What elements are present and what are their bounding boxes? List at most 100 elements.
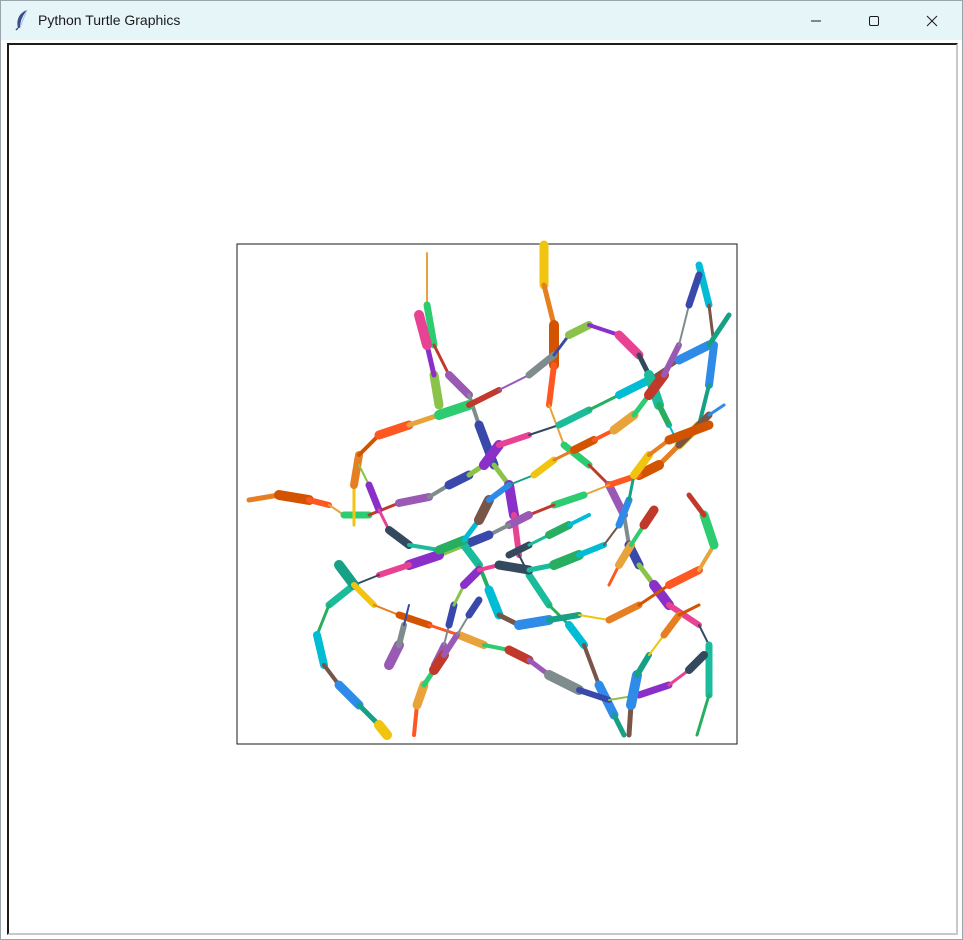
drawing-frame — [236, 243, 738, 745]
turtle-stroke — [695, 261, 713, 309]
turtle-stroke — [549, 550, 584, 570]
turtle-stroke — [496, 432, 532, 448]
turtle-stroke — [404, 550, 444, 570]
turtle-stroke — [460, 566, 483, 589]
turtle-stroke — [665, 566, 703, 589]
turtle-stroke — [609, 410, 639, 435]
turtle-stroke — [565, 321, 593, 339]
turtle-canvas[interactable] — [9, 45, 956, 933]
turtle-stroke — [434, 400, 474, 420]
turtle-stroke — [504, 645, 534, 665]
turtle-stroke — [455, 631, 488, 649]
turtle-stroke — [530, 456, 558, 479]
turtle-stroke — [656, 402, 672, 428]
turtle-stroke — [541, 282, 557, 328]
turtle-stroke — [674, 340, 714, 365]
turtle-stroke — [494, 560, 534, 575]
turtle-stroke — [429, 370, 444, 410]
turtle-stroke — [699, 510, 719, 550]
turtle-stroke — [544, 670, 584, 695]
turtle-stroke — [545, 521, 573, 539]
turtle-stroke — [528, 424, 560, 436]
turtle-stroke — [582, 643, 601, 687]
turtle-stroke — [611, 712, 627, 738]
turtle-stroke — [306, 497, 332, 508]
turtle-stroke — [555, 406, 593, 429]
turtle-stroke — [334, 680, 364, 710]
turtle-stroke — [527, 503, 556, 517]
turtle-stroke — [660, 611, 683, 639]
minimize-button[interactable] — [787, 1, 845, 40]
turtle-stroke — [432, 343, 451, 377]
turtle-stroke — [587, 323, 621, 337]
turtle-window: Python Turtle Graphics — [0, 0, 963, 940]
turtle-stroke — [615, 376, 653, 399]
turtle-stroke — [685, 651, 708, 674]
turtle-stroke — [460, 541, 483, 569]
turtle-stroke — [474, 495, 494, 525]
turtle-stroke — [414, 310, 432, 350]
turtle-stroke — [407, 543, 441, 552]
turtle-stroke — [626, 670, 642, 710]
turtle-stroke — [445, 371, 473, 399]
turtle-stroke — [351, 582, 377, 608]
turtle-stroke — [583, 484, 610, 496]
turtle-stroke — [334, 560, 359, 590]
turtle-stroke — [514, 615, 554, 630]
turtle-stroke — [373, 604, 400, 616]
turtle-stroke — [396, 622, 407, 648]
turtle-stroke — [505, 541, 533, 559]
turtle-stroke — [350, 451, 363, 489]
turtle-stroke — [570, 436, 598, 454]
turtle-stroke — [315, 603, 331, 637]
turtle-stroke — [313, 631, 328, 669]
close-button[interactable] — [903, 1, 961, 40]
window-title: Python Turtle Graphics — [38, 12, 181, 28]
maximize-icon — [868, 15, 880, 27]
turtle-stroke — [466, 387, 502, 408]
turtle-stroke — [525, 571, 553, 609]
turtle-stroke — [587, 463, 611, 487]
turtle-stroke — [385, 526, 413, 549]
turtle-stroke — [605, 601, 643, 624]
turtle-stroke — [695, 693, 711, 737]
turtle-stroke — [504, 480, 519, 520]
turtle-stroke — [546, 612, 582, 623]
turtle-stroke — [639, 505, 659, 530]
turtle-stroke — [365, 481, 383, 514]
turtle-stroke — [412, 680, 429, 710]
turtle-stroke — [578, 614, 610, 621]
turtle-stroke — [508, 474, 535, 486]
turtle-paths — [246, 240, 732, 740]
turtle-stroke — [484, 585, 504, 620]
turtle-stroke — [465, 596, 483, 619]
turtle-stroke — [384, 640, 404, 670]
turtle-stroke — [615, 541, 635, 569]
turtle-stroke — [395, 493, 433, 507]
turtle-stroke — [705, 341, 718, 389]
turtle-stroke — [634, 652, 652, 678]
turtle-stroke — [274, 490, 314, 505]
close-icon — [926, 15, 938, 27]
minimize-icon — [810, 15, 822, 27]
turtle-stroke — [603, 524, 620, 546]
feather-icon — [13, 9, 31, 31]
title-bar[interactable]: Python Turtle Graphics — [1, 1, 962, 40]
turtle-stroke — [546, 362, 557, 408]
turtle-canvas-area[interactable] — [7, 43, 958, 935]
turtle-stroke — [648, 634, 665, 656]
turtle-stroke — [445, 601, 458, 629]
turtle-stroke — [376, 562, 412, 578]
turtle-stroke — [550, 491, 588, 509]
turtle-stroke — [686, 492, 707, 518]
turtle-stroke — [374, 420, 414, 440]
turtle-stroke — [707, 403, 726, 417]
turtle-stroke — [678, 304, 690, 346]
turtle-stroke — [576, 542, 607, 558]
maximize-button[interactable] — [845, 1, 903, 40]
turtle-stroke — [565, 621, 588, 649]
turtle-stroke — [587, 393, 621, 412]
turtle-stroke — [685, 271, 703, 309]
turtle-stroke — [567, 513, 591, 527]
turtle-stroke — [677, 603, 701, 617]
